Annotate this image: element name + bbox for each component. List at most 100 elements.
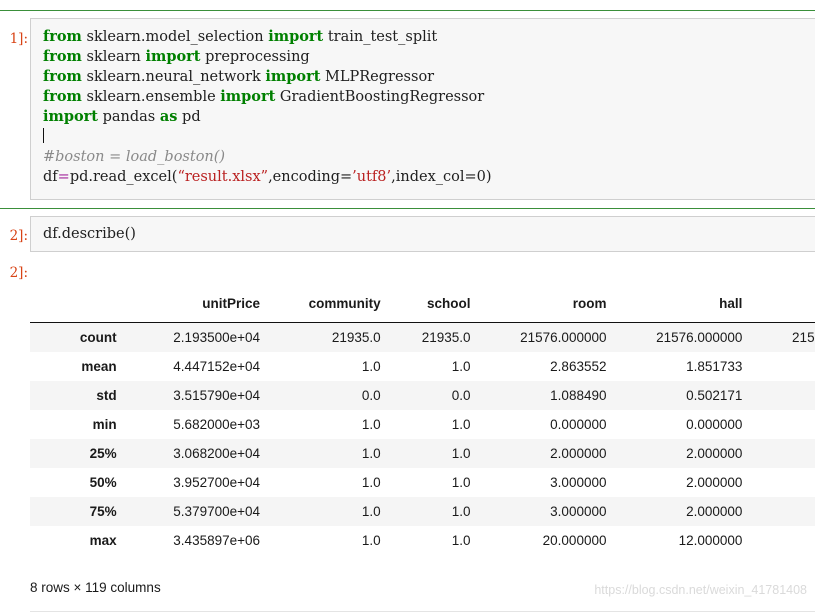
table-cell: 2.000000: [550, 446, 607, 461]
code-cell-2[interactable]: df.describe(): [30, 216, 815, 252]
table-cell: 2.000000: [686, 475, 743, 490]
table-cell: 1.0: [361, 446, 381, 461]
table-cell: 1.0: [361, 475, 381, 490]
table-header: unitPricecommunityschoolroomhallrestroom…: [30, 286, 815, 323]
jupyter-notebook: 1]: from sklearn.model_selection import …: [0, 0, 815, 615]
table-cell: 5.682000e+03: [173, 417, 261, 432]
code-token: MLPRegressor: [320, 69, 435, 85]
table-cell: 2.000000: [686, 504, 743, 519]
table-cell: 1.0: [361, 359, 381, 374]
code-token: =: [57, 169, 70, 185]
code-token: sklearn.model_selection: [81, 29, 269, 45]
table-corner-cell: [30, 286, 129, 323]
code-line: df.describe(): [43, 224, 805, 244]
table-cell: 4.447152e+04: [173, 359, 261, 374]
table-cell: 1.0: [451, 533, 471, 548]
table-cell: 1.0: [361, 533, 381, 548]
table-cell: 3.435897e+06: [173, 533, 261, 548]
code-line: from sklearn.neural_network import MLPRe…: [43, 67, 805, 87]
code-editor-2[interactable]: df.describe(): [31, 217, 815, 250]
code-token: train_test_split: [323, 29, 438, 45]
code-token: import: [43, 108, 98, 125]
code-token: pd: [177, 109, 201, 125]
table-cell: 3.000000: [550, 475, 607, 490]
code-token: import: [145, 48, 201, 65]
code-token: import: [220, 88, 276, 105]
bottom-divider: [30, 611, 815, 612]
code-token: preprocessing: [200, 49, 310, 65]
code-token: import: [268, 28, 324, 45]
table-header-row: unitPricecommunityschoolroomhallrestroom…: [30, 286, 815, 323]
table-cell: 0.000000: [686, 417, 743, 432]
code-line: [43, 127, 805, 147]
input-prompt-1: 1]:: [9, 31, 28, 47]
table-row: mean 4.447152e+04 1.0 1.0 2.863552 1.851733 1.…: [30, 352, 815, 381]
code-line: from sklearn.model_selection import trai…: [43, 27, 805, 47]
column-header: school: [389, 286, 480, 323]
code-line: df=pd.read_excel(“result.xlsx”,encoding=…: [43, 167, 805, 187]
table-cell: 1.0: [451, 359, 471, 374]
table-cell: 5.379700e+04: [173, 504, 261, 519]
table-cell: 3.068200e+04: [173, 446, 261, 461]
code-token: “result.xlsx”: [177, 169, 269, 185]
selected-cell-rule-second: [0, 208, 815, 209]
code-token: from: [43, 48, 82, 65]
code-editor-1[interactable]: from sklearn.model_selection import trai…: [31, 19, 815, 193]
column-header: room: [479, 286, 616, 323]
column-header: community: [269, 286, 390, 323]
table-cell: 0.502171: [686, 388, 743, 403]
table-cell: 1.0: [451, 446, 471, 461]
table-cell: 2.000000: [751, 497, 815, 526]
table-cell: 21935.0: [331, 330, 381, 345]
table-row: 75% 5.379700e+04 1.0 1.0 3.000000 2.000000 2.0…: [30, 497, 815, 526]
describe-table: unitPricecommunityschoolroomhallrestroom…: [30, 286, 815, 555]
code-token: sklearn.ensemble: [81, 89, 221, 105]
table-cell: 3.515790e+04: [173, 388, 261, 403]
row-index-label: mean: [81, 359, 117, 374]
code-token: ,index_col=: [391, 169, 477, 185]
code-line: #boston = load_boston(): [43, 147, 805, 167]
table-cell: 1.0: [361, 417, 381, 432]
column-header: restroom: [751, 286, 815, 323]
code-token: 0: [476, 169, 486, 185]
table-cell: 3.000000: [550, 504, 607, 519]
code-token: ,encoding=: [268, 169, 353, 185]
code-token: sklearn: [81, 49, 146, 65]
row-index-label: std: [96, 388, 117, 403]
code-cell-1[interactable]: from sklearn.model_selection import trai…: [30, 18, 815, 200]
table-cell: 1.088490: [550, 388, 607, 403]
code-token: #boston = load_boston(): [43, 149, 226, 165]
text-caret: [43, 128, 44, 143]
table-cell: 1.000000: [751, 468, 815, 497]
table-cell: 21576.000000: [792, 330, 815, 345]
table-row: max 3.435897e+06 1.0 1.0 20.000000 12.000000 9…: [30, 526, 815, 555]
table-cell: 0.000000: [550, 417, 607, 432]
table-cell: 9.000000: [751, 526, 815, 555]
column-header: hall: [615, 286, 752, 323]
input-prompt-2: 2]:: [9, 228, 28, 244]
watermark-text: https://blog.csdn.net/weixin_41781408: [594, 583, 807, 597]
table-cell: 0.0: [451, 388, 471, 403]
table-cell: 1.851733: [686, 359, 743, 374]
table-cell: 1.0: [451, 504, 471, 519]
table-cell: 0.0: [361, 388, 381, 403]
code-token: from: [43, 88, 82, 105]
table-cell: 21576.000000: [520, 330, 607, 345]
output-prompt-2: 2]:: [9, 265, 28, 281]
row-index-label: 25%: [89, 446, 117, 461]
code-line: from sklearn import preprocessing: [43, 47, 805, 67]
table-body: count 2.193500e+04 21935.0 21935.0 21576.000…: [30, 322, 815, 556]
row-index-label: max: [89, 533, 117, 548]
row-index-label: 50%: [89, 475, 117, 490]
row-index-label: 75%: [89, 504, 117, 519]
table-cell: 0.924600: [751, 381, 815, 410]
table-cell: 21935.0: [421, 330, 471, 345]
table-row: min 5.682000e+03 1.0 1.0 0.000000 0.000000 0.0…: [30, 410, 815, 439]
table-cell: 12.000000: [678, 533, 743, 548]
table-row: 50% 3.952700e+04 1.0 1.0 3.000000 2.000000 1.0…: [30, 468, 815, 497]
dataframe-shape-note: 8 rows × 119 columns: [30, 580, 161, 595]
table-cell: 20.000000: [542, 533, 607, 548]
table-row: count 2.193500e+04 21935.0 21935.0 21576.000…: [30, 322, 815, 352]
table-cell: 2.863552: [550, 359, 607, 374]
code-token: pandas: [98, 109, 160, 125]
